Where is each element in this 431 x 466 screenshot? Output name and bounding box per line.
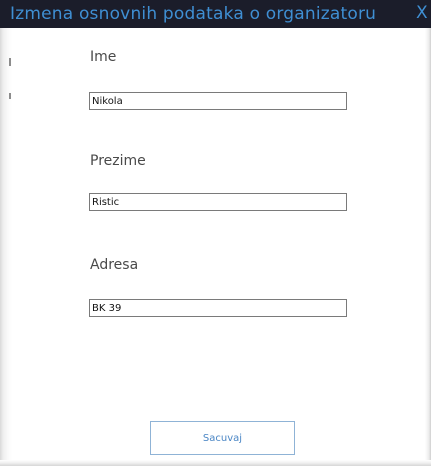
first-name-input[interactable] bbox=[89, 92, 347, 110]
last-name-label: Prezime bbox=[90, 153, 146, 169]
save-button[interactable]: Sacuvaj bbox=[150, 421, 295, 455]
window-right-border bbox=[425, 28, 431, 466]
address-label: Adresa bbox=[90, 257, 139, 273]
border-tick bbox=[9, 93, 11, 99]
last-name-input[interactable] bbox=[89, 193, 347, 211]
window-title: Izmena osnovnih podataka o organizatoru bbox=[10, 4, 377, 24]
address-input[interactable] bbox=[89, 299, 347, 317]
border-tick bbox=[9, 58, 11, 66]
first-name-label: Ime bbox=[90, 49, 117, 65]
close-icon[interactable]: X bbox=[416, 3, 428, 23]
edit-organizer-window: Izmena osnovnih podataka o organizatoru … bbox=[0, 0, 431, 466]
window-left-border bbox=[0, 28, 12, 466]
window-bottom-border bbox=[0, 460, 431, 466]
title-bar: Izmena osnovnih podataka o organizatoru … bbox=[0, 0, 431, 28]
